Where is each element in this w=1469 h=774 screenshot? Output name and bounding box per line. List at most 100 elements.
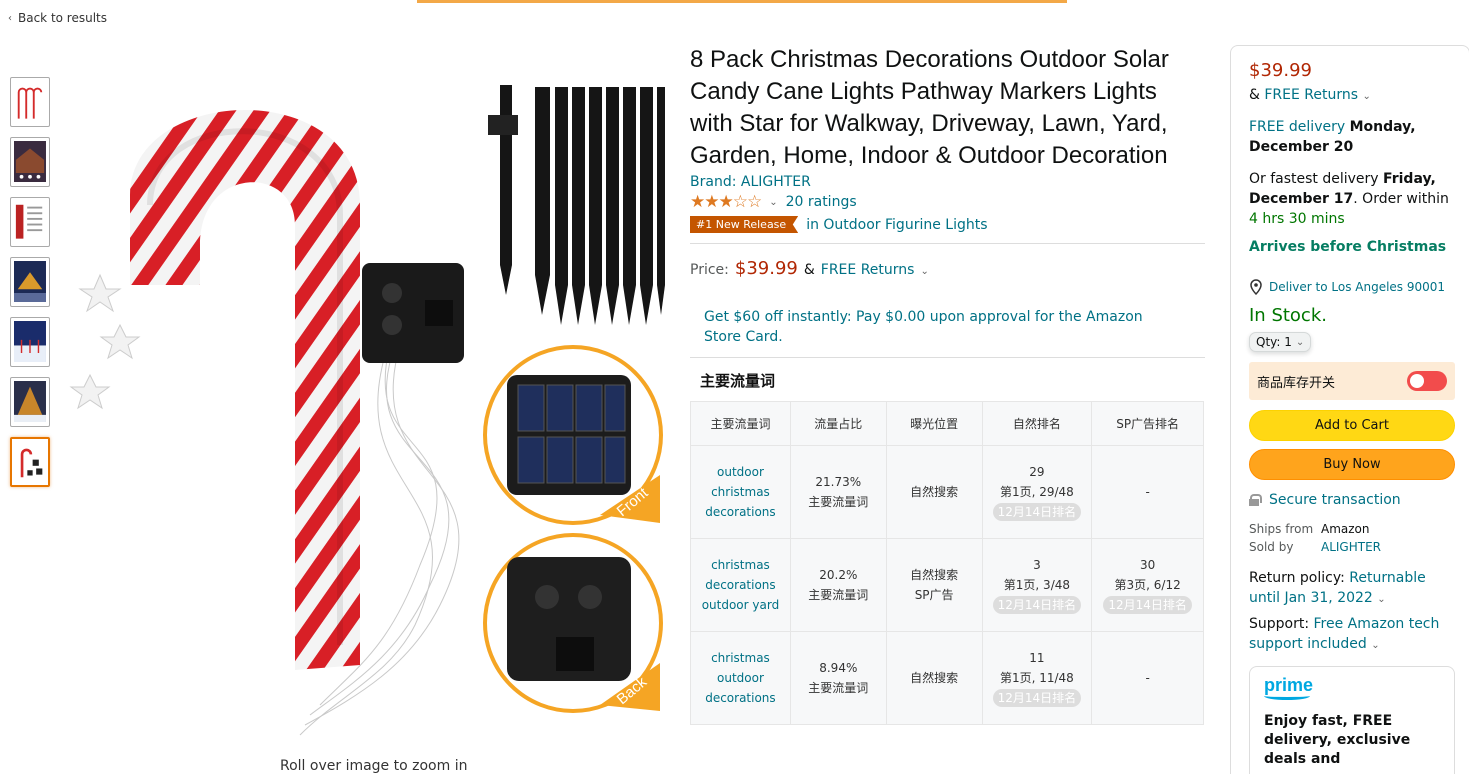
- new-release-badge[interactable]: #1 New Release: [690, 216, 799, 233]
- buy-now-button[interactable]: Buy Now: [1249, 449, 1455, 480]
- product-details: 8 Pack Christmas Decorations Outdoor Sol…: [690, 44, 1205, 725]
- chevron-down-icon[interactable]: ⌄: [920, 266, 928, 277]
- thumbnail-strip: [10, 77, 50, 497]
- natural-page: 第1页, 3/48: [1003, 578, 1071, 592]
- keyword-link[interactable]: christmas outdoor decorations: [690, 631, 791, 725]
- rank-date-tag: 12月14日排名: [992, 689, 1082, 707]
- location-pin-icon: [1250, 279, 1262, 295]
- candy-cane-parts-thumb-icon: [20, 448, 43, 478]
- price-and: &: [803, 262, 815, 278]
- order-countdown: 4 hrs 30 mins: [1249, 211, 1345, 227]
- rank-date-tag: 12月14日排名: [1103, 596, 1192, 614]
- quantity-select[interactable]: Qty: 1 ⌄: [1249, 332, 1312, 352]
- secure-transaction-link[interactable]: Secure transaction: [1249, 492, 1469, 508]
- back-to-results-link[interactable]: ‹ Back to results: [8, 11, 107, 25]
- star-rating-icon[interactable]: ★★★☆☆: [690, 192, 762, 212]
- buybox-free-returns-link[interactable]: FREE Returns: [1264, 87, 1358, 103]
- column-header: 自然排名: [981, 401, 1093, 446]
- qty-label: Qty: 1: [1256, 335, 1292, 349]
- chevron-left-icon: ‹: [8, 12, 12, 24]
- fastest-delivery-info: Or fastest delivery Friday, December 17.…: [1249, 169, 1449, 229]
- chevron-down-icon[interactable]: ⌄: [1363, 91, 1371, 102]
- badge-category-link[interactable]: in Outdoor Figurine Lights: [806, 217, 987, 233]
- thumbnail-snow-scene[interactable]: [10, 317, 50, 367]
- prime-promo-box[interactable]: prime Enjoy fast, FREE delivery, exclusi…: [1249, 666, 1455, 774]
- table-row: outdoor christmas decorations 21.73% 主要流量…: [690, 445, 1204, 539]
- order-within: . Order within: [1353, 191, 1449, 207]
- rank-date-tag: 12月14日排名: [992, 503, 1082, 521]
- toggle-knob: [1410, 374, 1424, 388]
- chevron-down-icon[interactable]: ⌄: [1377, 594, 1385, 605]
- night-scene-thumb-icon: [14, 261, 46, 303]
- divider: [690, 243, 1205, 244]
- keyword-link[interactable]: christmas decorations outdoor yard: [690, 538, 791, 632]
- natural-rank: 11: [1029, 651, 1045, 665]
- ships-from-label: Ships from: [1249, 522, 1314, 536]
- price-label: Price:: [690, 262, 729, 278]
- spec-sheet-thumb-icon: [14, 201, 46, 243]
- share-cell: 21.73% 主要流量词: [789, 445, 887, 539]
- rating-row: ★★★☆☆ ⌄ 20 ratings: [690, 192, 1205, 212]
- bestseller-badge-row: #1 New Release in Outdoor Figurine Light…: [690, 216, 1205, 233]
- prime-logo: prime: [1264, 675, 1314, 695]
- sp-rank-cell: 30 第3页, 6/12 12月14日排名: [1091, 538, 1204, 632]
- natural-rank: 3: [1033, 558, 1041, 572]
- thumbnail-night-scene[interactable]: [10, 257, 50, 307]
- share-value: 20.2%: [819, 568, 858, 582]
- prime-promo-text: Enjoy fast, FREE delivery, exclusive dea…: [1264, 713, 1411, 767]
- share-cell: 8.94% 主要流量词: [789, 631, 887, 725]
- ships-from-value: Amazon: [1321, 522, 1370, 536]
- chevron-down-icon[interactable]: ⌄: [769, 197, 777, 208]
- free-returns-link[interactable]: FREE Returns: [821, 262, 915, 278]
- brand-link[interactable]: Brand: ALIGHTER: [690, 174, 1205, 190]
- exposure-cell: 自然搜索: [885, 445, 983, 539]
- exposure-cell: 自然搜索 SP广告: [885, 538, 983, 632]
- back-label: Back to results: [18, 11, 108, 25]
- keyword-link[interactable]: outdoor christmas decorations: [690, 445, 791, 539]
- share-value: 8.94%: [819, 661, 858, 675]
- store-card-promo-link[interactable]: Get $60 off instantly: Pay $0.00 upon ap…: [704, 307, 1164, 347]
- sp-rank: 30: [1139, 558, 1156, 572]
- sp-rank-cell: -: [1091, 631, 1204, 725]
- stock-toggle-switch[interactable]: [1407, 371, 1447, 391]
- deliver-to-link[interactable]: Deliver to Los Angeles 90001: [1249, 279, 1469, 295]
- sp-page: 第3页, 6/12: [1114, 578, 1181, 592]
- column-header: SP广告排名: [1091, 401, 1204, 446]
- natural-rank-cell: 11 第1页, 11/48 12月14日排名: [981, 631, 1093, 725]
- share-note: 主要流量词: [808, 588, 869, 602]
- price-row: Price: $39.99 & FREE Returns ⌄: [690, 258, 1205, 279]
- free-delivery-link[interactable]: FREE delivery: [1249, 119, 1345, 135]
- product-title: 8 Pack Christmas Decorations Outdoor Sol…: [690, 46, 1169, 169]
- natural-page: 第1页, 11/48: [999, 671, 1074, 685]
- table-row: christmas decorations outdoor yard 20.2%…: [690, 538, 1204, 632]
- thumbnail-house-lights[interactable]: [10, 137, 50, 187]
- buybox-and: &: [1249, 87, 1260, 103]
- rank-date-tag: 12月14日排名: [992, 596, 1082, 614]
- fastest-prefix: Or fastest delivery: [1249, 171, 1379, 187]
- add-to-cart-button[interactable]: Add to Cart: [1249, 410, 1455, 441]
- candy-cane-thumb-icon: [17, 87, 43, 119]
- thumbnail-spec-sheet[interactable]: [10, 197, 50, 247]
- deliver-to-label: Deliver to Los Angeles 90001: [1269, 280, 1446, 294]
- return-policy: Return policy: Returnable until Jan 31, …: [1249, 568, 1449, 610]
- buybox-price: $39.99: [1249, 60, 1312, 81]
- chevron-down-icon[interactable]: ⌄: [1371, 640, 1379, 651]
- column-header: 主要流量词: [690, 401, 791, 446]
- thumbnail-candy-cane-parts[interactable]: [10, 437, 50, 487]
- share-cell: 20.2% 主要流量词: [789, 538, 887, 632]
- main-product-image[interactable]: Front Back: [60, 45, 680, 745]
- sold-by-link[interactable]: ALIGHTER: [1321, 540, 1469, 554]
- house-lights-thumb-icon: [14, 141, 46, 183]
- in-stock-status: In Stock.: [1249, 305, 1327, 326]
- sp-rank-cell: -: [1091, 445, 1204, 539]
- natural-rank-cell: 29 第1页, 29/48 12月14日排名: [981, 445, 1093, 539]
- thumbnail-candy-cane-set[interactable]: [10, 77, 50, 127]
- column-header: 流量占比: [789, 401, 887, 446]
- ratings-count-link[interactable]: 20 ratings: [786, 194, 857, 210]
- delivery-info: FREE delivery Monday, December 20: [1249, 117, 1449, 157]
- stock-toggle-label: 商品库存开关: [1257, 375, 1336, 391]
- top-accent-bar: [417, 0, 1067, 3]
- natural-rank: 29: [1029, 465, 1045, 479]
- stock-toggle-row: 商品库存开关: [1249, 362, 1455, 400]
- thumbnail-christmas-tree[interactable]: [10, 377, 50, 427]
